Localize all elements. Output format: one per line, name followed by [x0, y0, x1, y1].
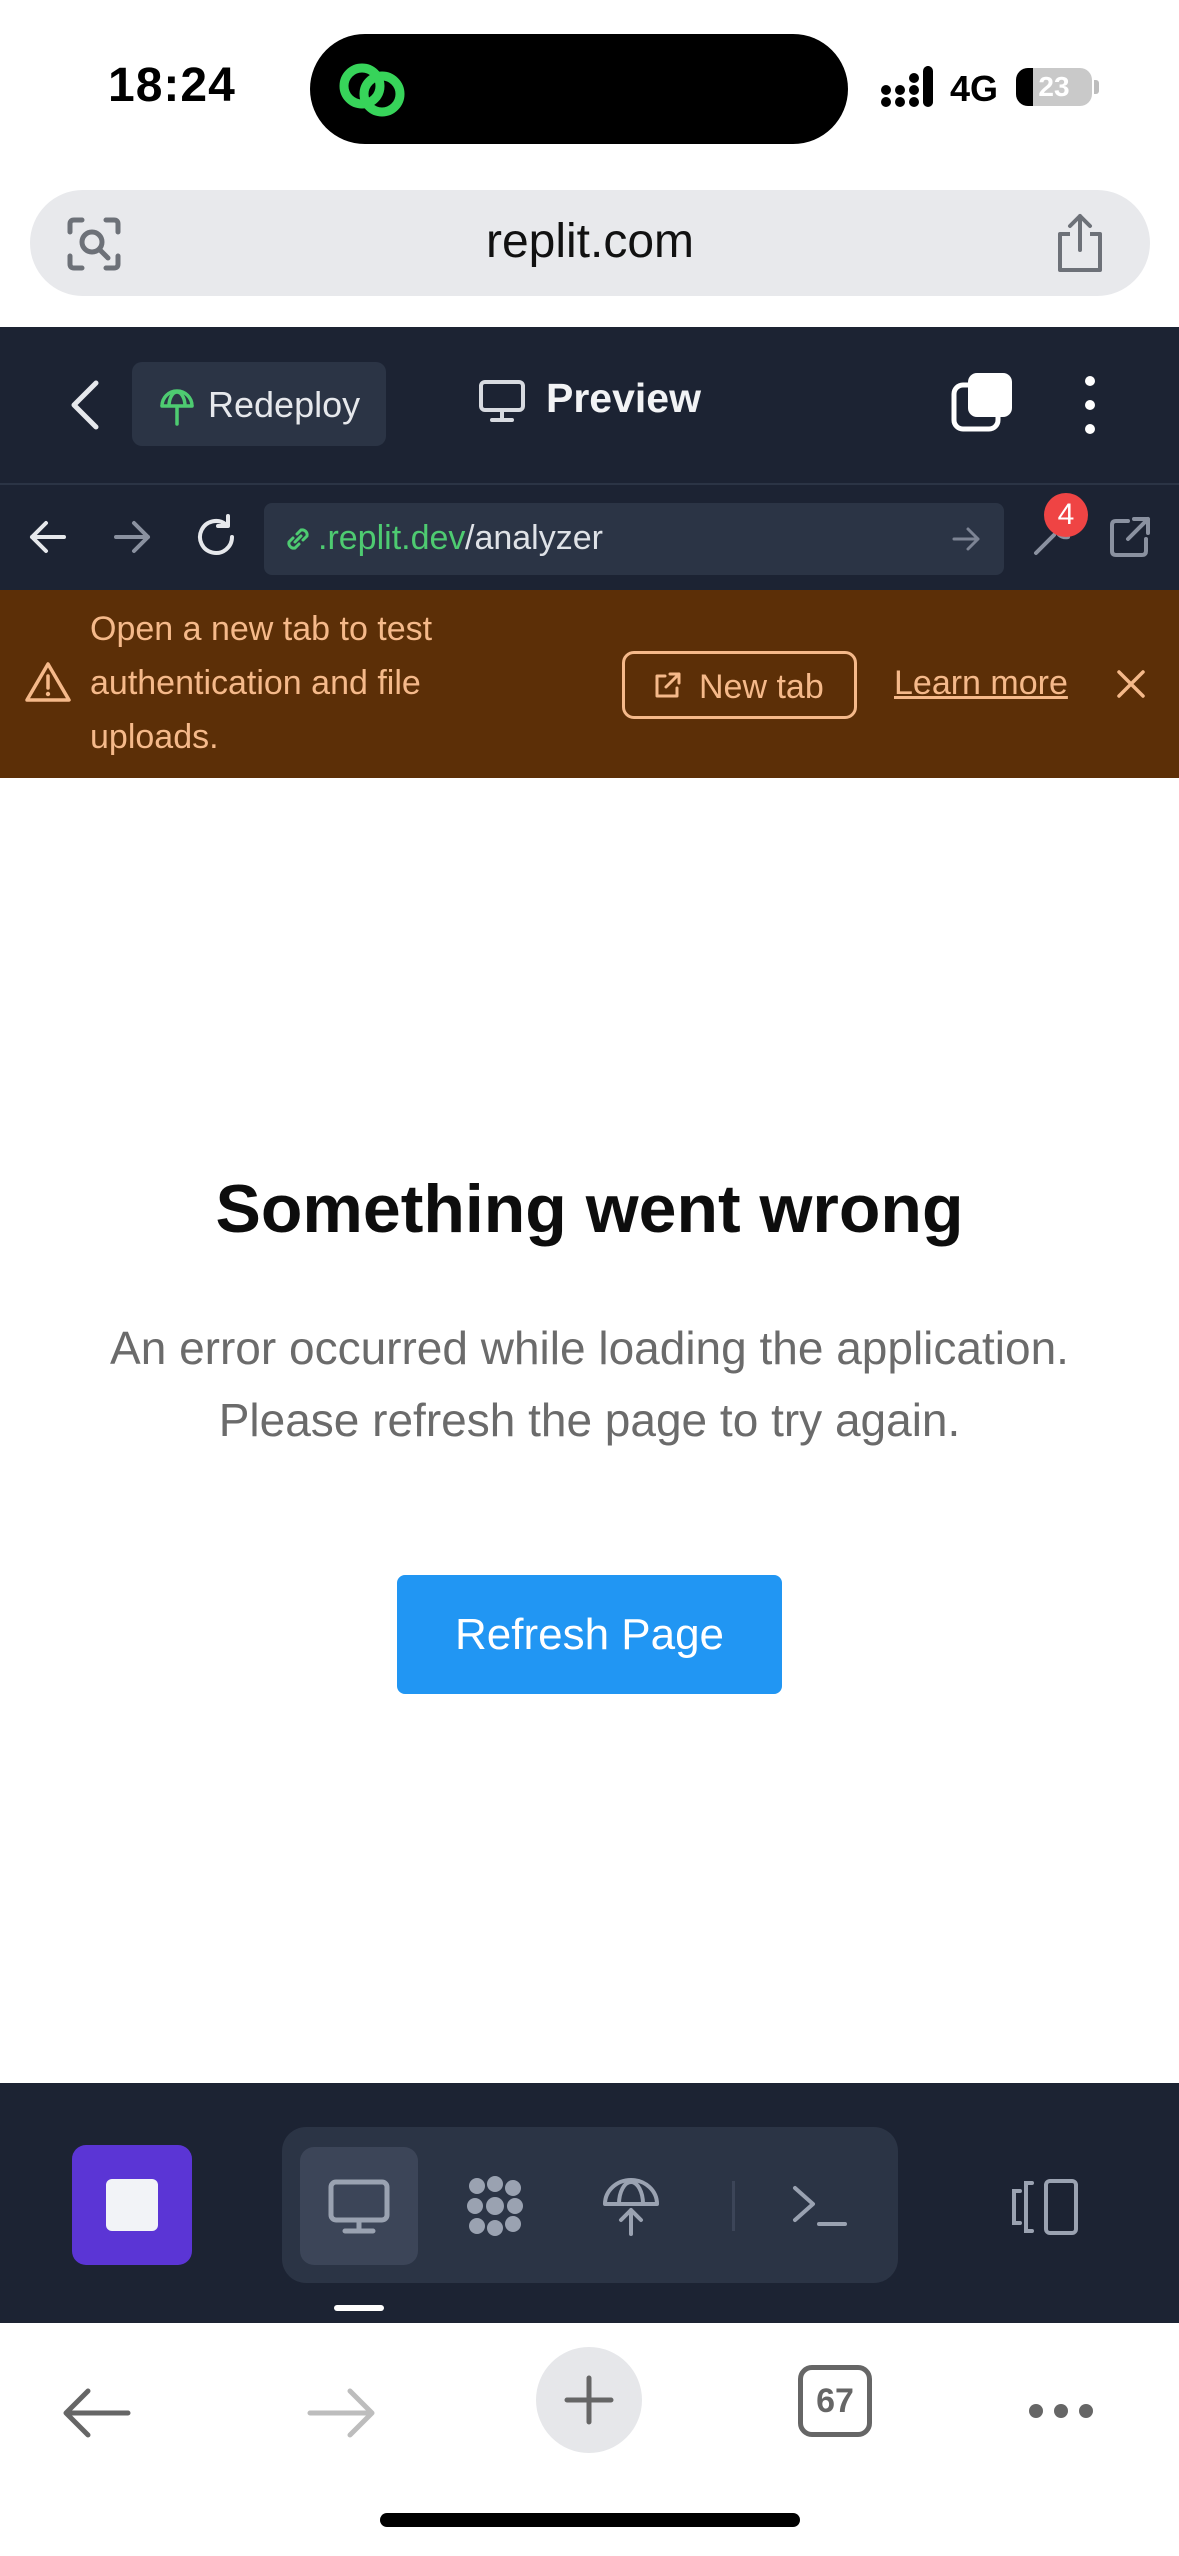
- nav-back-icon[interactable]: [24, 513, 72, 561]
- monitor-icon: [479, 380, 525, 422]
- error-message: An error occurred while loading the appl…: [110, 1322, 1069, 1446]
- active-tool-indicator: [334, 2305, 384, 2311]
- link-icon: [287, 528, 309, 550]
- learn-more-link[interactable]: Learn more: [894, 664, 1068, 703]
- tool-switcher: [282, 2127, 898, 2283]
- replit-header: Redeploy Preview: [0, 327, 1179, 483]
- stop-icon: [106, 2179, 158, 2231]
- redeploy-button[interactable]: Redeploy: [132, 362, 386, 446]
- status-bar: 18:24 4G 23: [0, 0, 1179, 175]
- tab-count-button[interactable]: 67: [798, 2365, 872, 2437]
- nav-forward-icon[interactable]: [108, 513, 156, 561]
- replit-connection-icon: [339, 63, 405, 117]
- battery-nub: [1094, 80, 1099, 94]
- tool-preview[interactable]: [300, 2147, 418, 2265]
- warning-icon: [25, 662, 71, 702]
- redeploy-label: Redeploy: [208, 384, 361, 425]
- browser-domain: replit.com: [485, 215, 695, 268]
- plus-icon: [564, 2375, 614, 2425]
- new-tab-button[interactable]: New tab: [622, 651, 857, 719]
- more-options-icon[interactable]: [1080, 373, 1100, 437]
- new-tab-plus-button[interactable]: [536, 2347, 642, 2453]
- url-host: .replit.dev: [318, 519, 466, 557]
- browser-url-bar[interactable]: replit.com: [30, 190, 1150, 296]
- new-tab-warning-banner: Open a new tab to test authentication an…: [0, 590, 1179, 778]
- browser-forward-icon[interactable]: [306, 2387, 378, 2439]
- webview-nav-bar: .replit.dev /analyzer 4: [0, 483, 1179, 590]
- back-chevron-icon[interactable]: [62, 377, 110, 433]
- more-icon[interactable]: [1026, 2401, 1096, 2421]
- go-arrow-icon[interactable]: [950, 523, 982, 555]
- webview-address-field[interactable]: .replit.dev /analyzer: [264, 503, 1004, 575]
- workspace-icon: [467, 2176, 523, 2236]
- browser-back-icon[interactable]: [60, 2387, 132, 2439]
- tool-deploy[interactable]: [572, 2147, 690, 2265]
- preview-icon: [328, 2179, 390, 2234]
- battery-icon: 23: [1016, 68, 1092, 106]
- status-time: 18:24: [108, 59, 236, 112]
- battery-level: 23: [1038, 71, 1070, 102]
- tool-divider: [732, 2181, 735, 2231]
- share-icon[interactable]: [1052, 212, 1108, 274]
- open-external-icon[interactable]: [1106, 513, 1154, 561]
- home-indicator: [380, 2513, 800, 2527]
- url-path: /analyzer: [465, 519, 603, 557]
- external-link-icon: [655, 672, 681, 698]
- network-type: 4G: [950, 68, 999, 109]
- reload-icon[interactable]: [192, 513, 240, 561]
- new-tab-label: New tab: [699, 668, 824, 706]
- shell-icon: [793, 2186, 847, 2226]
- refresh-page-button[interactable]: Refresh Page: [397, 1575, 782, 1694]
- error-title: Something went wrong: [215, 1171, 964, 1247]
- tool-workspace[interactable]: [436, 2147, 554, 2265]
- replit-bottom-toolbar: [0, 2083, 1179, 2323]
- split-pane-icon[interactable]: [1010, 2177, 1082, 2237]
- devtools-badge: 4: [1044, 493, 1088, 537]
- tabs-icon[interactable]: [950, 371, 1014, 435]
- dynamic-island: [310, 34, 848, 144]
- close-icon[interactable]: [1113, 666, 1149, 702]
- signal-icon: [881, 66, 933, 107]
- deploy-icon: [160, 389, 194, 426]
- preview-label: Preview: [546, 375, 701, 421]
- banner-message: Open a new tab to test authentication an…: [90, 610, 433, 756]
- deploy-icon: [603, 2178, 659, 2236]
- tool-shell[interactable]: [760, 2147, 878, 2265]
- stop-button[interactable]: [72, 2145, 192, 2265]
